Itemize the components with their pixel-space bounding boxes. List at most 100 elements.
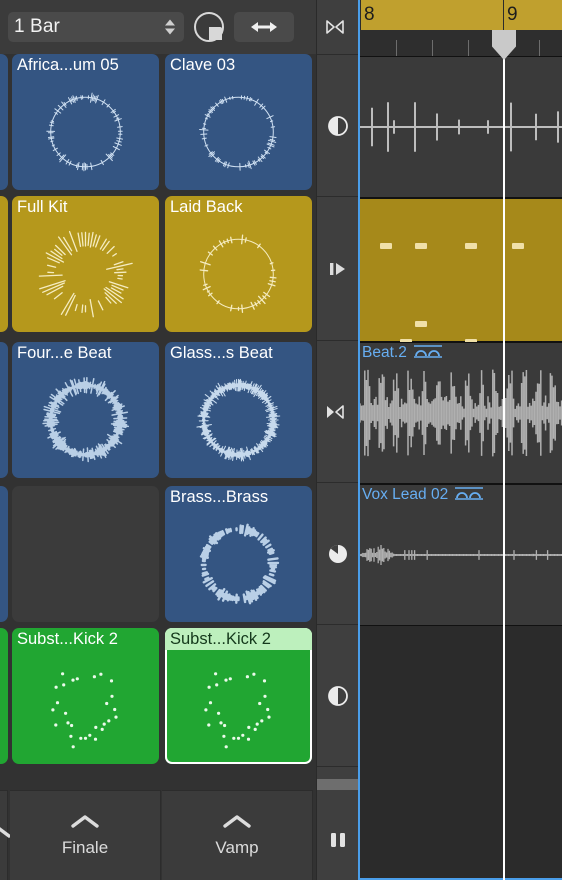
loop-cell-title: Laid Back	[170, 198, 243, 216]
track-state-bar-play[interactable]	[317, 197, 359, 341]
half-circle-icon	[328, 115, 348, 136]
track-lane-3[interactable]: Beat.2	[360, 342, 562, 484]
track-state-half-circle-2[interactable]	[317, 625, 359, 767]
ruler-tick-1	[432, 40, 433, 56]
scene-label-vamp: Vamp	[215, 837, 259, 857]
track-lane-5[interactable]	[360, 626, 562, 768]
horizontal-resize-icon	[251, 22, 277, 32]
loop-cell-title: Full Kit	[17, 198, 68, 216]
loop-cells-container: Africa...um 05 Clave 03 Full Kit Laid Back F…	[0, 54, 316, 790]
midi-note	[512, 243, 524, 249]
loop-cell-r4-c2[interactable]	[12, 486, 159, 622]
loop-cell-title: Subst...Kick 2	[170, 630, 271, 648]
bar-play-icon	[330, 262, 345, 275]
midi-note	[415, 321, 427, 327]
chevron-up-icon	[71, 814, 99, 828]
loop-row: Four...e Beat Glass...s Beat	[0, 342, 316, 478]
horizontal-resize-button[interactable]	[234, 12, 294, 42]
track-state-pie[interactable]	[317, 483, 359, 625]
scene-trigger-vamp[interactable]: Vamp	[162, 790, 313, 880]
loop-cell-r3-c3[interactable]: Glass...s Beat	[165, 342, 312, 478]
loop-cell-r2-c2[interactable]: Full Kit	[12, 196, 159, 332]
track-lane-6[interactable]	[360, 768, 562, 880]
state-column-divider	[317, 779, 359, 790]
region-name: Vox Lead 02	[362, 485, 484, 504]
loop-cell-r3-c2[interactable]: Four...e Beat	[12, 342, 159, 478]
track-state-column	[316, 0, 359, 880]
loop-cell-r1-c2[interactable]: Africa...um 05	[12, 54, 159, 190]
stop-all-triangles[interactable]	[317, 0, 359, 55]
loop-cell-waveform	[165, 362, 312, 478]
loop-icon	[413, 345, 442, 358]
stop-button[interactable]	[317, 800, 359, 880]
ruler-tick-2	[468, 40, 469, 56]
ruler-tick-0	[396, 40, 397, 56]
scene-trigger-finale[interactable]: Finale	[10, 790, 161, 880]
region-waveform	[360, 343, 562, 483]
loop-cell-waveform	[12, 74, 159, 190]
ruler-bar-number: 9	[507, 4, 518, 25]
loop-cell-waveform	[165, 216, 312, 332]
grid-toolbar: 1 Bar	[0, 0, 316, 54]
loop-cell-r2-c3[interactable]: Laid Back	[165, 196, 312, 332]
loop-row: Africa...um 05 Clave 03	[0, 54, 316, 190]
region-name-text: Beat.2	[362, 344, 407, 361]
play-prev-next-icon	[326, 20, 344, 34]
playhead[interactable]	[492, 30, 516, 880]
region-waveform	[360, 57, 562, 197]
region-2[interactable]	[360, 198, 562, 342]
quantize-value: 1 Bar	[14, 16, 60, 37]
loop-cell-r1-c1[interactable]	[0, 54, 8, 190]
loop-row: Brass...Brass	[0, 486, 316, 622]
loop-cell-waveform	[165, 506, 312, 622]
loop-cell-r5-c1[interactable]	[0, 628, 8, 764]
track-lane-2[interactable]	[360, 198, 562, 342]
ruler-subdivisions	[360, 30, 562, 56]
pause-icon	[331, 833, 345, 847]
loop-cell-r5-c3[interactable]: Subst...Kick 2	[165, 628, 312, 764]
play-prev-next-filled-icon	[327, 404, 344, 419]
midi-note	[465, 243, 477, 249]
loop-cell-r4-c1[interactable]	[0, 486, 8, 622]
loop-cell-waveform	[165, 648, 312, 764]
quantize-select[interactable]: 1 Bar	[8, 12, 184, 42]
region-waveform	[360, 485, 562, 625]
loop-cell-title: Glass...s Beat	[170, 344, 273, 362]
loop-row: Subst...Kick 2 Subst...Kick 2	[0, 628, 316, 764]
region-1[interactable]	[360, 56, 562, 198]
loop-cell-title: Africa...um 05	[17, 56, 119, 74]
region-name: Beat.2	[362, 343, 443, 362]
ruler-bar-9: 9	[503, 0, 562, 30]
scene-trigger-0[interactable]	[0, 790, 11, 880]
track-state-half-circle[interactable]	[317, 55, 359, 197]
loop-cell-r5-c2[interactable]: Subst...Kick 2	[12, 628, 159, 764]
region-name-text: Vox Lead 02	[362, 486, 449, 503]
ruler-bar-8: 8	[360, 0, 503, 30]
loop-cell-r1-c3[interactable]: Clave 03	[165, 54, 312, 190]
region-3[interactable]: Beat.2	[360, 342, 562, 484]
loop-cell-r3-c1[interactable]	[0, 342, 8, 478]
region-4[interactable]: Vox Lead 02	[360, 484, 562, 626]
loop-cell-r2-c1[interactable]	[0, 196, 8, 332]
loop-cell-title: Clave 03	[170, 56, 236, 74]
midi-note	[380, 243, 392, 249]
live-loops-window: 1 Bar Africa...um 05 Clave 03 Full Kit Laid…	[0, 0, 562, 880]
arrange-area: 89 Beat.2 Vox Lead 02	[358, 0, 562, 880]
loop-cell-waveform	[165, 74, 312, 190]
loop-cell-title: Brass...Brass	[170, 488, 269, 506]
bar-ruler[interactable]: 89	[360, 0, 562, 30]
loop-cell-waveform	[12, 362, 159, 478]
loop-cell-waveform	[12, 216, 159, 332]
chevron-up-icon	[223, 814, 251, 828]
live-loops-grid-pane: 1 Bar Africa...um 05 Clave 03 Full Kit Laid…	[0, 0, 316, 880]
track-lane-1[interactable]	[360, 56, 562, 198]
ruler-tick-4	[539, 40, 540, 56]
half-circle-icon	[328, 685, 348, 706]
loop-cell-r4-c3[interactable]: Brass...Brass	[165, 486, 312, 622]
scene-label-finale: Finale	[61, 837, 109, 857]
loop-icon	[455, 487, 484, 500]
track-lane-4[interactable]: Vox Lead 02	[360, 484, 562, 626]
playback-pie-icon[interactable]	[194, 12, 224, 42]
loop-cell-title: Subst...Kick 2	[17, 630, 118, 648]
track-state-triangles[interactable]	[317, 341, 359, 483]
